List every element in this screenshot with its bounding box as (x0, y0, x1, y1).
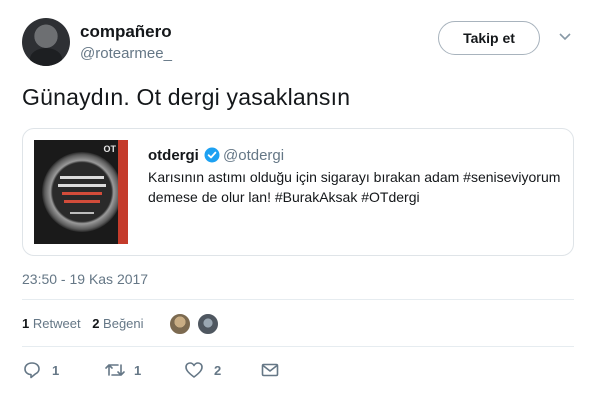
reply-icon (24, 362, 40, 379)
thumbnail-text-line (70, 212, 94, 214)
author-handle[interactable]: @rotearmee_ (80, 45, 172, 62)
quoted-text-line1: Karısının astımı olduğu için sigarayı bı… (148, 169, 561, 185)
tweet-stats: 1 Retweet 2 Beğeni (22, 316, 152, 331)
divider (22, 299, 574, 300)
thumbnail-text-line (62, 192, 102, 195)
divider (22, 346, 574, 347)
tweet-actions: 1 1 2 (22, 360, 574, 380)
retweet-icon (105, 364, 125, 376)
quoted-tweet[interactable]: OT otdergi @otdergi Karısının astımı old… (22, 128, 574, 256)
retweet-stat[interactable]: 1 Retweet (22, 316, 81, 331)
heart-icon (185, 362, 203, 378)
tweet-header: compañero @rotearmee_ Takip et (22, 16, 578, 68)
tweet-text: Günaydın. Ot dergi yasaklansın (22, 84, 351, 110)
mail-icon (261, 363, 279, 377)
like-button[interactable]: 2 (184, 360, 234, 380)
author-name[interactable]: compañero (80, 22, 172, 42)
like-stat[interactable]: 2 Beğeni (92, 316, 143, 331)
direct-message-button[interactable] (260, 360, 284, 380)
retweet-stat-count: 1 (22, 316, 30, 331)
liker-avatar[interactable] (196, 312, 220, 336)
reply-button[interactable]: 1 (22, 360, 72, 380)
quoted-tweet-thumbnail: OT (34, 140, 128, 244)
retweet-count: 1 (134, 363, 142, 378)
quoted-text-line2: demese de olur lan! #BurakAksak #OTdergi (148, 189, 420, 205)
thumbnail-logo: OT (103, 144, 117, 154)
retweet-stat-label: Retweet (32, 316, 81, 331)
like-count: 2 (214, 363, 222, 378)
liker-avatar[interactable] (168, 312, 192, 336)
chevron-down-icon[interactable] (558, 32, 572, 42)
thumbnail-text-line (60, 176, 104, 179)
like-stat-label: Beğeni (103, 316, 144, 331)
thumbnail-strip (118, 140, 128, 244)
follow-button[interactable]: Takip et (438, 21, 540, 55)
tweet-timestamp[interactable]: 23:50 - 19 Kas 2017 (22, 271, 148, 287)
verified-icon (204, 147, 220, 163)
like-stat-count: 2 (92, 316, 100, 331)
quoted-author-name: otdergi (148, 147, 199, 164)
thumbnail-text-line (58, 184, 106, 187)
avatar[interactable] (22, 18, 70, 66)
quoted-author-handle: @otdergi (223, 147, 285, 164)
retweet-button[interactable]: 1 (104, 360, 154, 380)
reply-count: 1 (52, 363, 60, 378)
thumbnail-text-line (64, 200, 100, 203)
